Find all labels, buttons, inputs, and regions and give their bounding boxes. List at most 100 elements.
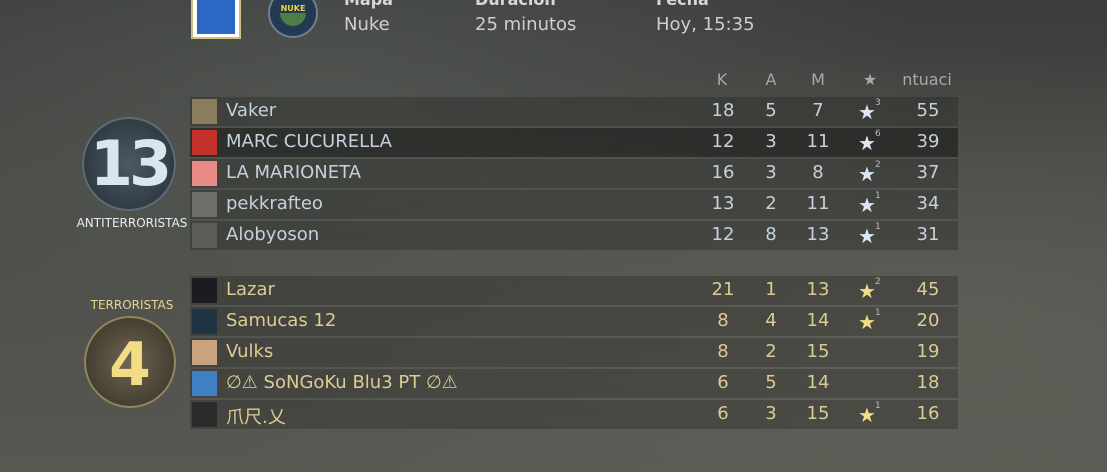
t-team-name: TERRORISTAS: [90, 298, 174, 312]
player-score: 19: [916, 341, 940, 362]
player-name[interactable]: Alobyoson: [226, 224, 319, 245]
mvp-count: 2: [875, 160, 881, 170]
player-deaths: 14: [806, 372, 830, 393]
player-deaths: 15: [806, 403, 830, 424]
t-score: 4: [109, 330, 151, 400]
t-score-badge: 4: [84, 316, 176, 408]
player-deaths: 14: [806, 310, 830, 331]
mvp-star-icon: ★ 3: [858, 98, 881, 124]
game-logo: [191, 0, 241, 39]
player-avatar[interactable]: [192, 340, 217, 365]
map-label: Mapa: [344, 0, 393, 9]
mvp-count: 1: [875, 222, 881, 232]
mvp-count: 3: [875, 98, 881, 108]
player-kills: 12: [711, 224, 735, 245]
column-header-kills[interactable]: K: [702, 70, 742, 89]
player-kills: 6: [717, 372, 729, 393]
mvp-star-icon: ★ 1: [858, 308, 881, 334]
player-name[interactable]: 爪尺.乂: [226, 403, 286, 429]
player-score: 31: [916, 224, 940, 245]
mvp-star-icon: ★ 2: [858, 277, 881, 303]
player-score: 20: [916, 310, 940, 331]
player-row[interactable]: Lazar 21 1 13 ★ 2 45: [190, 276, 958, 305]
player-assists: 4: [765, 310, 777, 331]
player-kills: 13: [711, 193, 735, 214]
player-name[interactable]: ∅⚠ SoNGoKu Blu3 PT ∅⚠: [226, 372, 458, 393]
column-header-assists[interactable]: A: [751, 70, 791, 89]
player-deaths: 15: [806, 341, 830, 362]
player-name[interactable]: Samucas 12: [226, 310, 336, 331]
player-kills: 16: [711, 162, 735, 183]
player-row[interactable]: Alobyoson 12 8 13 ★ 1 31: [190, 221, 958, 250]
player-score: 18: [916, 372, 940, 393]
player-deaths: 13: [806, 224, 830, 245]
mvp-star-icon: ★ 1: [858, 401, 881, 427]
player-deaths: 11: [806, 131, 830, 152]
player-row[interactable]: 爪尺.乂 6 3 15 ★ 1 16: [190, 400, 958, 429]
player-avatar[interactable]: [192, 371, 217, 396]
player-assists: 3: [765, 162, 777, 183]
player-avatar[interactable]: [192, 192, 217, 217]
mvp-count: 2: [875, 277, 881, 287]
column-header-mvp[interactable]: ★: [850, 70, 890, 89]
ct-team-name: ANTITERRORISTAS: [76, 216, 188, 230]
player-assists: 5: [765, 100, 777, 121]
mvp-star-icon: ★ 2: [858, 160, 881, 186]
duration-label: Duración: [475, 0, 556, 9]
column-header-deaths[interactable]: M: [798, 70, 838, 89]
player-row[interactable]: Samucas 12 8 4 14 ★ 1 20: [190, 307, 958, 336]
player-score: 16: [916, 403, 940, 424]
player-kills: 21: [711, 279, 735, 300]
player-name[interactable]: pekkrafteo: [226, 193, 323, 214]
player-assists: 2: [765, 341, 777, 362]
player-row[interactable]: Vulks 8 2 15 19: [190, 338, 958, 367]
player-avatar[interactable]: [192, 402, 217, 427]
player-name[interactable]: Vulks: [226, 341, 273, 362]
player-kills: 8: [717, 341, 729, 362]
mvp-star-icon: ★ 1: [858, 222, 881, 248]
player-name[interactable]: MARC CUCURELLA: [226, 131, 392, 152]
player-avatar[interactable]: [192, 309, 217, 334]
player-assists: 8: [765, 224, 777, 245]
mvp-count: 1: [875, 191, 881, 201]
date-value: Hoy, 15:35: [656, 14, 755, 35]
player-kills: 8: [717, 310, 729, 331]
player-row[interactable]: pekkrafteo 13 2 11 ★ 1 34: [190, 190, 958, 219]
mvp-count: 1: [875, 401, 881, 411]
map-value: Nuke: [344, 14, 390, 35]
duration-value: 25 minutos: [475, 14, 577, 35]
player-row[interactable]: MARC CUCURELLA 12 3 11 ★ 6 39: [190, 128, 958, 157]
player-name[interactable]: LA MARIONETA: [226, 162, 361, 183]
mvp-star-icon: ★ 6: [858, 129, 881, 155]
player-avatar[interactable]: [192, 130, 217, 155]
ct-score: 13: [89, 127, 172, 200]
player-deaths: 7: [812, 100, 824, 121]
player-row[interactable]: Vaker 18 5 7 ★ 3 55: [190, 97, 958, 126]
player-assists: 2: [765, 193, 777, 214]
map-logo: NUKE: [268, 0, 318, 38]
player-score: 39: [916, 131, 940, 152]
player-kills: 12: [711, 131, 735, 152]
player-row[interactable]: LA MARIONETA 16 3 8 ★ 2 37: [190, 159, 958, 188]
player-assists: 3: [765, 131, 777, 152]
player-avatar[interactable]: [192, 161, 217, 186]
player-name[interactable]: Lazar: [226, 279, 275, 300]
player-row[interactable]: ∅⚠ SoNGoKu Blu3 PT ∅⚠ 6 5 14 18: [190, 369, 958, 398]
player-assists: 5: [765, 372, 777, 393]
player-assists: 3: [765, 403, 777, 424]
player-avatar[interactable]: [192, 223, 217, 248]
player-deaths: 11: [806, 193, 830, 214]
player-kills: 6: [717, 403, 729, 424]
mvp-count: 6: [875, 129, 881, 139]
player-assists: 1: [765, 279, 777, 300]
mvp-count: 1: [875, 308, 881, 318]
column-header-score[interactable]: ntuaci: [902, 70, 952, 89]
player-name[interactable]: Vaker: [226, 100, 276, 121]
player-avatar[interactable]: [192, 278, 217, 303]
player-score: 37: [916, 162, 940, 183]
ct-score-badge: 13: [82, 117, 176, 211]
player-score: 55: [916, 100, 940, 121]
mvp-star-icon: ★ 1: [858, 191, 881, 217]
date-label: Fecha: [656, 0, 709, 9]
player-avatar[interactable]: [192, 99, 217, 124]
